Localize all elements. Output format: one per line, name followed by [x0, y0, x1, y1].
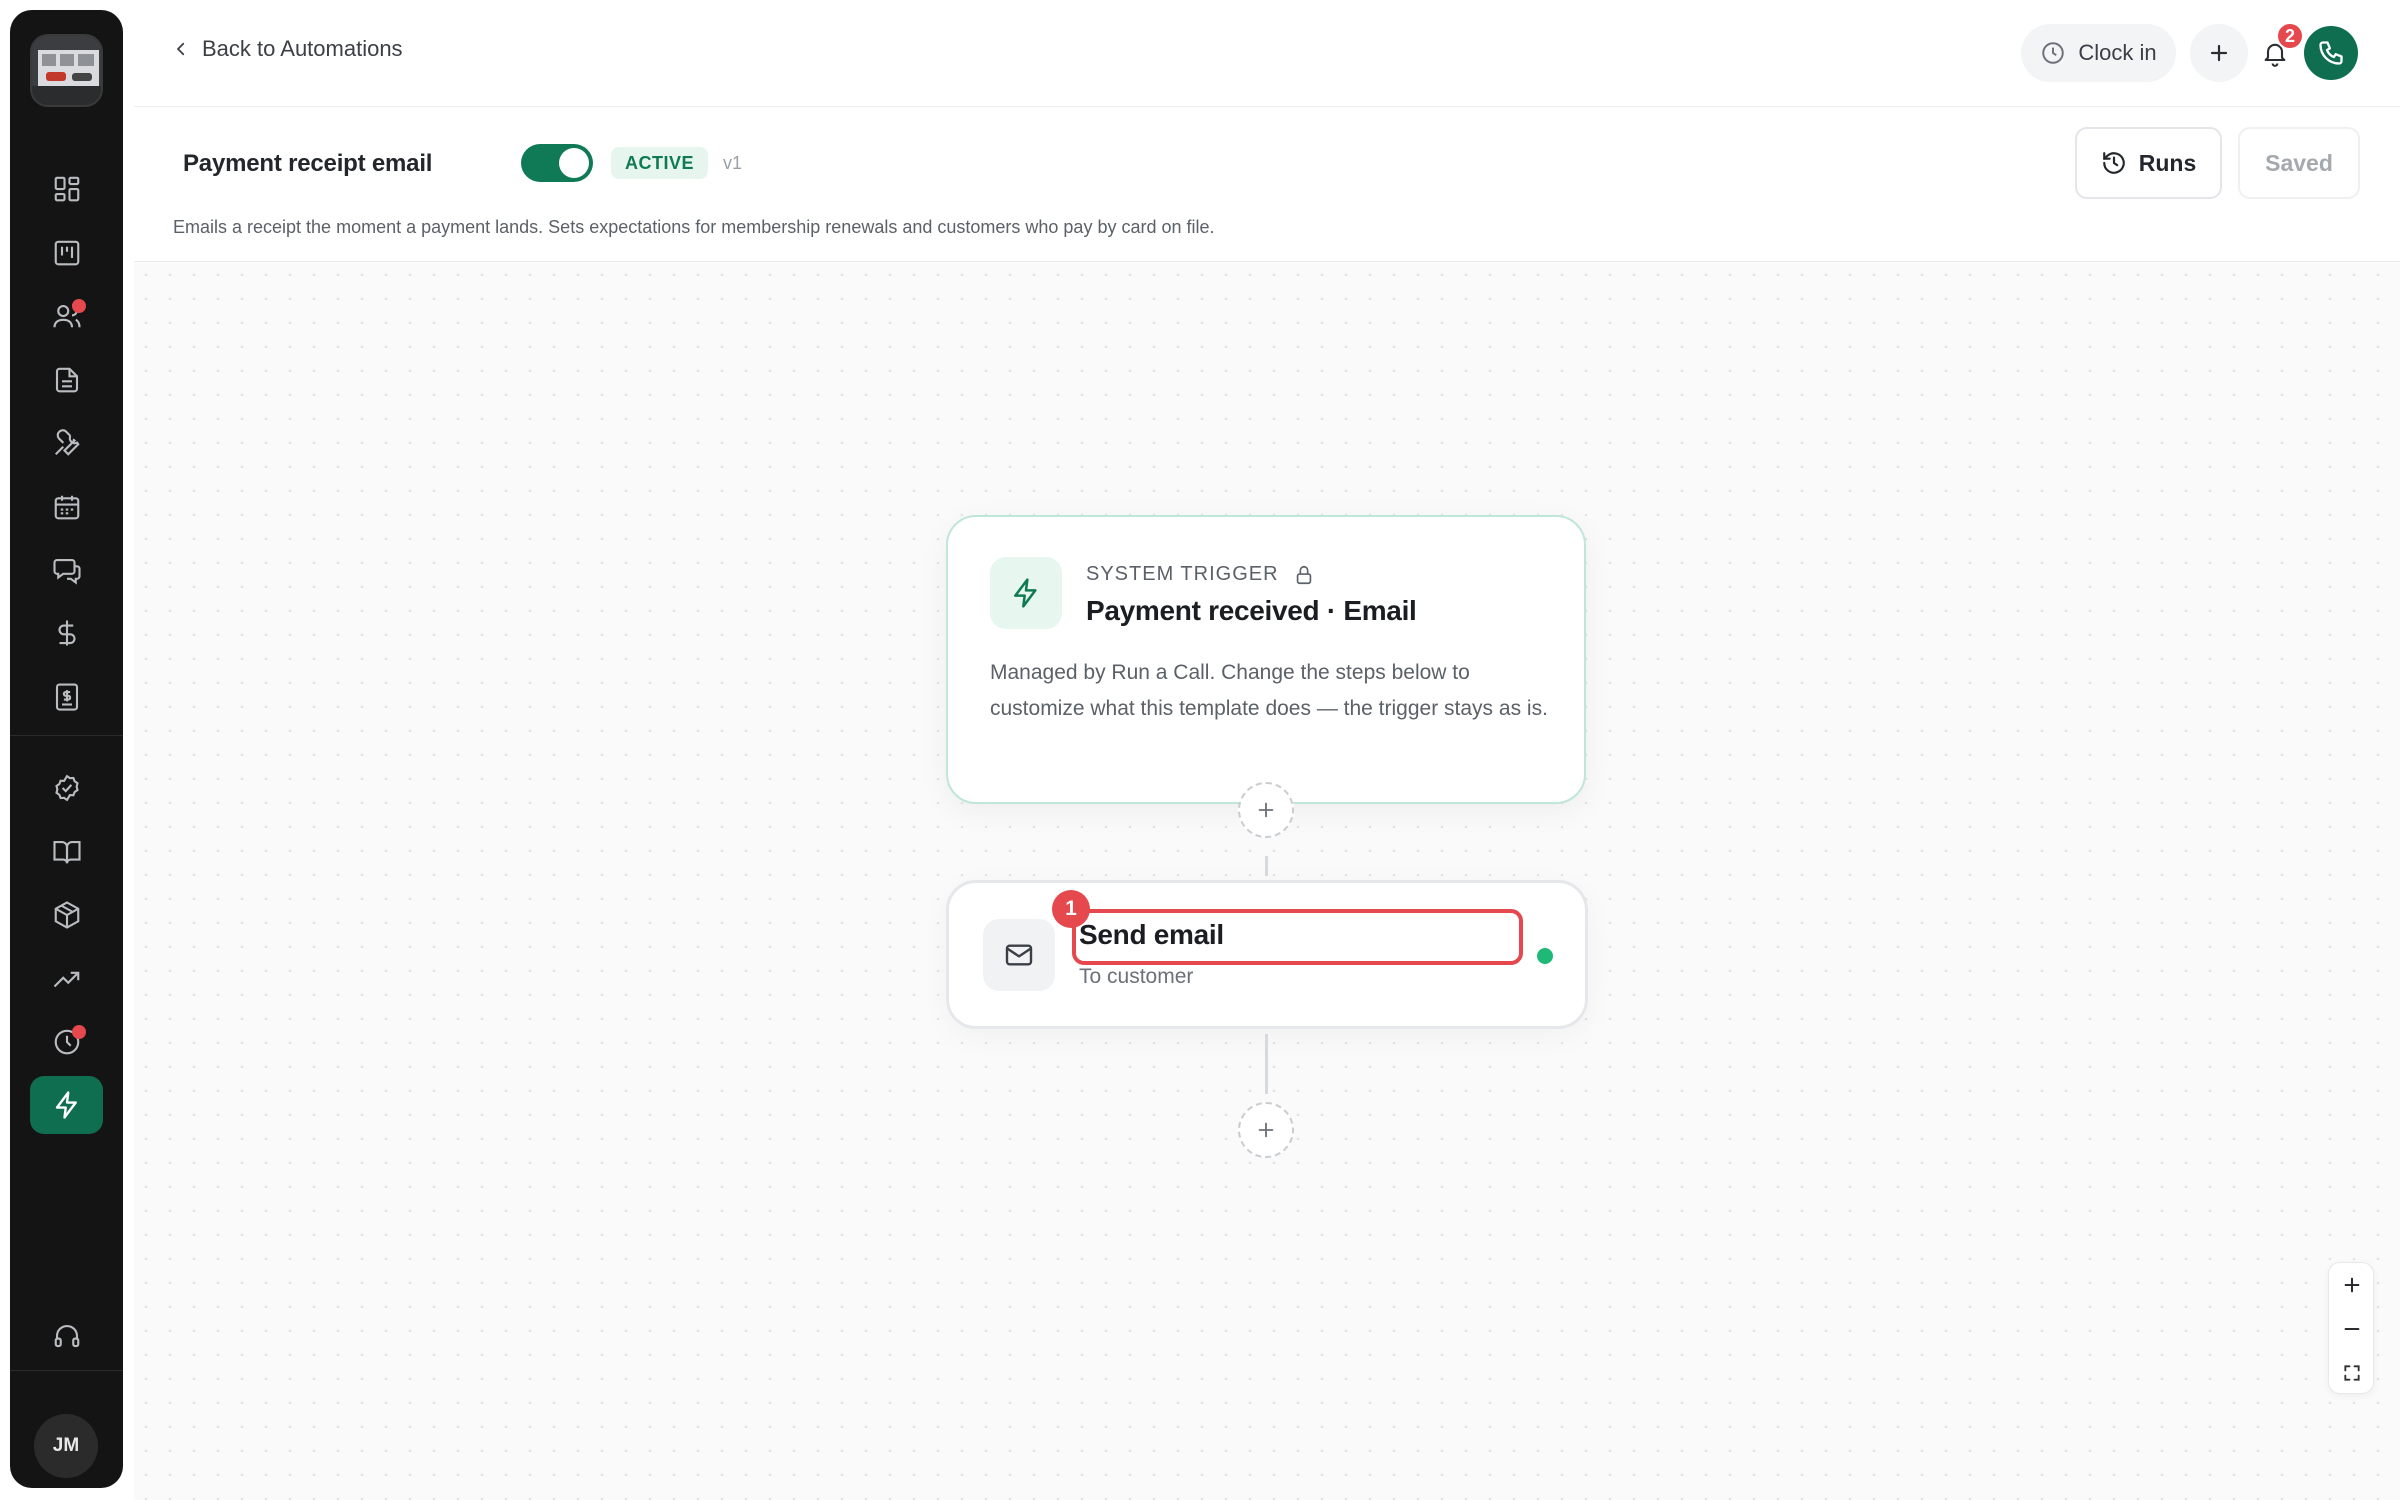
automation-description: Emails a receipt the moment a payment la…: [173, 217, 1215, 237]
lock-icon: [1296, 565, 1311, 584]
sidebar-divider: [10, 1370, 123, 1371]
phone-button[interactable]: [2304, 26, 2358, 80]
nav-invoices[interactable]: [30, 668, 103, 726]
trending-up-icon: [53, 971, 79, 988]
book-icon: [52, 840, 81, 864]
step-icon-wrap: [983, 919, 1055, 991]
plus-icon: [1258, 1122, 1274, 1138]
runs-button[interactable]: Runs: [2075, 127, 2222, 199]
notification-count-badge: 2: [2276, 22, 2304, 50]
notification-dot: [72, 299, 86, 313]
connector-line: [1265, 856, 1268, 876]
clock-icon: [2042, 42, 2065, 64]
automation-header: [134, 106, 2400, 262]
step-card-send-email[interactable]: Send email 1 To customer: [946, 880, 1588, 1029]
nav-documents[interactable]: [30, 351, 103, 409]
saved-button[interactable]: Saved: [2238, 127, 2360, 199]
nav-timesheets[interactable]: [30, 1013, 103, 1071]
company-logo[interactable]: [30, 34, 103, 107]
zoom-in-button[interactable]: [2329, 1263, 2375, 1307]
nav-payments[interactable]: [30, 604, 103, 662]
add-step-button[interactable]: [1238, 782, 1294, 838]
back-to-automations-link[interactable]: Back to Automations: [172, 36, 403, 62]
lightning-icon: [1014, 578, 1037, 608]
toggle-knob: [559, 148, 589, 178]
back-link-label: Back to Automations: [202, 36, 403, 61]
nav-calendar[interactable]: [30, 478, 103, 536]
clock-in-button[interactable]: Clock in: [2021, 24, 2176, 82]
create-button[interactable]: [2190, 24, 2248, 82]
lightning-icon: [55, 1091, 77, 1119]
step-subtitle: To customer: [1079, 965, 1194, 988]
version-label: v1: [723, 153, 743, 173]
sidebar-divider: [10, 735, 123, 736]
plus-icon: [2210, 44, 2228, 62]
chevron-left-icon: [177, 42, 185, 56]
check-circle-icon: [54, 774, 79, 802]
connector-line: [1265, 1034, 1268, 1094]
nav-board[interactable]: [30, 224, 103, 282]
trigger-type-label: SYSTEM TRIGGER: [1086, 563, 1315, 586]
nav-messages[interactable]: [30, 541, 103, 599]
invoice-icon: [55, 683, 78, 711]
nav-automations[interactable]: [30, 1076, 103, 1134]
headset-icon: [54, 1324, 79, 1348]
step-title[interactable]: Send email: [1079, 919, 1224, 951]
dashboard-icon: [54, 176, 79, 202]
sidebar: JM: [10, 10, 123, 1488]
automation-name[interactable]: Payment receipt email: [183, 150, 432, 178]
nav-dashboard[interactable]: [30, 160, 103, 218]
user-avatar[interactable]: JM: [34, 1414, 98, 1478]
minus-icon: [2344, 1327, 2360, 1331]
history-icon: [2102, 152, 2125, 174]
chat-icon: [52, 558, 81, 585]
nav-knowledge[interactable]: [30, 823, 103, 881]
status-badge: ACTIVE: [611, 147, 709, 179]
nav-support[interactable]: [30, 1307, 103, 1365]
nav-inventory[interactable]: [30, 886, 103, 944]
nav-tools[interactable]: [30, 414, 103, 472]
calendar-icon: [54, 495, 79, 520]
trigger-title: Payment received · Email: [1086, 595, 1417, 626]
active-toggle[interactable]: [521, 144, 593, 182]
plus-icon: [1258, 802, 1274, 818]
board-icon: [54, 240, 79, 266]
notification-dot: [72, 1025, 86, 1039]
nav-reports[interactable]: [30, 950, 103, 1008]
step-status-dot: [1537, 948, 1553, 964]
trigger-icon-wrap: [990, 557, 1062, 629]
nav-tasks[interactable]: [30, 759, 103, 817]
plus-icon: [2344, 1277, 2360, 1293]
package-icon: [54, 901, 79, 929]
wrench-icon: [54, 429, 80, 456]
trigger-type-text: SYSTEM TRIGGER: [1086, 563, 1279, 585]
step-number-badge: 1: [1052, 890, 1090, 928]
mail-icon: [1005, 944, 1033, 966]
nav-customers[interactable]: [30, 287, 103, 345]
add-step-button[interactable]: [1238, 1102, 1294, 1158]
fullscreen-icon: [2344, 1365, 2360, 1381]
trigger-description: Managed by Run a Call. Change the steps …: [990, 661, 1548, 720]
zoom-controls: [2328, 1262, 2374, 1394]
fit-view-button[interactable]: [2329, 1351, 2375, 1395]
clock-in-label: Clock in: [2078, 40, 2157, 65]
runs-label: Runs: [2138, 149, 2197, 176]
dollar-icon: [57, 620, 76, 646]
document-icon: [55, 367, 78, 393]
zoom-out-button[interactable]: [2329, 1307, 2375, 1351]
trigger-card[interactable]: SYSTEM TRIGGER Payment received · Email …: [946, 515, 1586, 804]
phone-icon: [2319, 41, 2343, 65]
